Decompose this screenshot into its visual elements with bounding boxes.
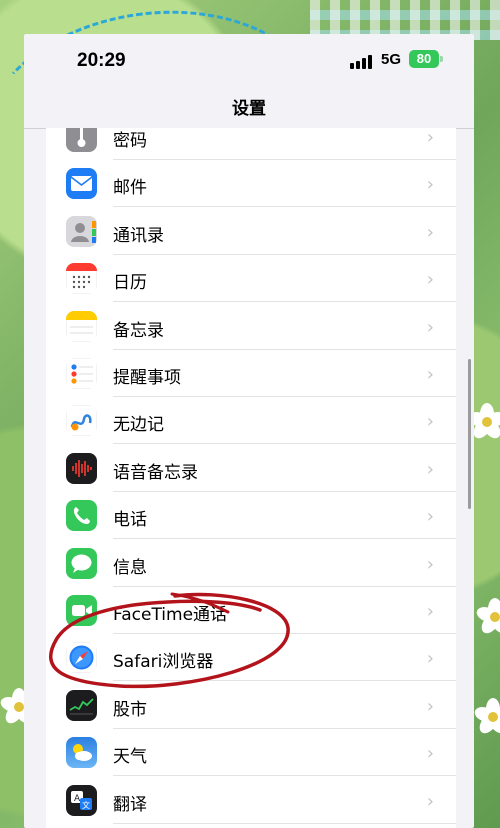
settings-row-label: 通讯录: [113, 225, 164, 246]
settings-list: 密码 › 邮件 › 通讯录 › 日历 › 备忘录 › 提醒事项 › 无边记 › 语音备忘录 › 电话 › 信息 › Fa…: [46, 128, 456, 828]
settings-row-label: Safari浏览器: [113, 652, 214, 673]
settings-row-label: 股市: [113, 699, 147, 720]
chevron-right-icon: ›: [426, 221, 434, 243]
flower-decoration-icon: [474, 598, 500, 637]
settings-row-label: 翻译: [113, 794, 147, 815]
settings-row-facetime[interactable]: FaceTime通话 ›: [46, 587, 456, 634]
settings-row-label: 提醒事项: [113, 368, 181, 388]
svg-text:文: 文: [82, 800, 90, 810]
settings-row-label: FaceTime通话: [113, 605, 228, 625]
settings-row-notes[interactable]: 备忘录 ›: [46, 303, 456, 350]
svg-text:A: A: [74, 794, 81, 804]
calendar-icon: [66, 263, 97, 295]
safari-icon: [66, 642, 97, 674]
settings-row-key[interactable]: 密码 ›: [46, 128, 456, 160]
translate-icon: A文: [66, 784, 97, 816]
mail-icon: [66, 168, 97, 200]
reminders-icon: [66, 358, 97, 389]
settings-row-safari[interactable]: Safari浏览器 ›: [46, 634, 456, 682]
settings-row-calendar[interactable]: 日历 ›: [46, 255, 456, 303]
phone-icon: [66, 500, 97, 532]
settings-row-phone[interactable]: 电话 ›: [46, 492, 456, 540]
chevron-right-icon: ›: [426, 364, 434, 385]
settings-row-voice-memos[interactable]: 语音备忘录 ›: [46, 445, 456, 492]
row-divider: [113, 822, 456, 824]
chevron-right-icon: ›: [426, 269, 434, 291]
status-bar: 20:29 5G 80: [24, 34, 474, 88]
chevron-right-icon: ›: [426, 128, 434, 148]
settings-screen: 20:29 5G 80 设置 密码 › 邮件 › 通讯录 › 日历 › 备忘录 › 提醒事项 › 无边记…: [24, 34, 474, 828]
scrollbar[interactable]: [468, 359, 471, 509]
settings-row-weather[interactable]: 天气 ›: [46, 729, 456, 777]
settings-row-label: 日历: [113, 273, 147, 294]
page-title: 设置: [232, 99, 266, 119]
battery-icon: 80: [409, 50, 439, 68]
settings-row-messages[interactable]: 信息 ›: [46, 540, 456, 587]
flower-decoration-icon: [472, 698, 500, 737]
settings-row-freeform[interactable]: 无边记 ›: [46, 397, 456, 445]
voice-memos-icon: [66, 452, 97, 484]
chevron-right-icon: ›: [426, 743, 434, 765]
chevron-right-icon: ›: [426, 174, 434, 196]
cellular-signal-icon: [350, 55, 374, 69]
notes-icon: [66, 310, 97, 342]
chevron-right-icon: ›: [426, 316, 434, 338]
settings-row-contacts[interactable]: 通讯录 ›: [46, 208, 456, 255]
key-icon: [66, 128, 97, 152]
flower-decoration-icon: [466, 403, 500, 442]
settings-row-reminders[interactable]: 提醒事项 ›: [46, 350, 456, 397]
chevron-right-icon: ›: [426, 790, 434, 812]
chevron-right-icon: ›: [426, 458, 434, 480]
facetime-icon: [66, 595, 97, 626]
settings-row-mail[interactable]: 邮件 ›: [46, 160, 456, 208]
chevron-right-icon: ›: [426, 506, 434, 528]
chevron-right-icon: ›: [426, 553, 434, 575]
settings-row-label: 语音备忘录: [113, 462, 198, 483]
settings-row-label: 天气: [113, 747, 147, 768]
settings-row-label: 无边记: [113, 415, 164, 436]
settings-row-label: 备忘录: [113, 320, 164, 341]
status-time: 20:29: [77, 50, 126, 71]
settings-row-label: 信息: [113, 557, 147, 578]
stocks-icon: [66, 689, 97, 721]
settings-row-label: 邮件: [113, 178, 147, 199]
settings-row-label: 电话: [113, 510, 147, 531]
chevron-right-icon: ›: [426, 695, 434, 717]
settings-row-stocks[interactable]: 股市 ›: [46, 682, 456, 729]
messages-icon: [66, 547, 97, 579]
settings-row-translate[interactable]: A 文翻译 ›: [46, 777, 456, 824]
weather-icon: [66, 737, 97, 769]
network-type: 5G: [381, 51, 402, 68]
contacts-icon: [66, 215, 97, 247]
freeform-icon: [66, 405, 97, 437]
chevron-right-icon: ›: [426, 648, 434, 670]
chevron-right-icon: ›: [426, 601, 434, 622]
settings-row-label: 密码: [113, 131, 147, 151]
battery-cap: [440, 56, 443, 62]
chevron-right-icon: ›: [426, 411, 434, 433]
